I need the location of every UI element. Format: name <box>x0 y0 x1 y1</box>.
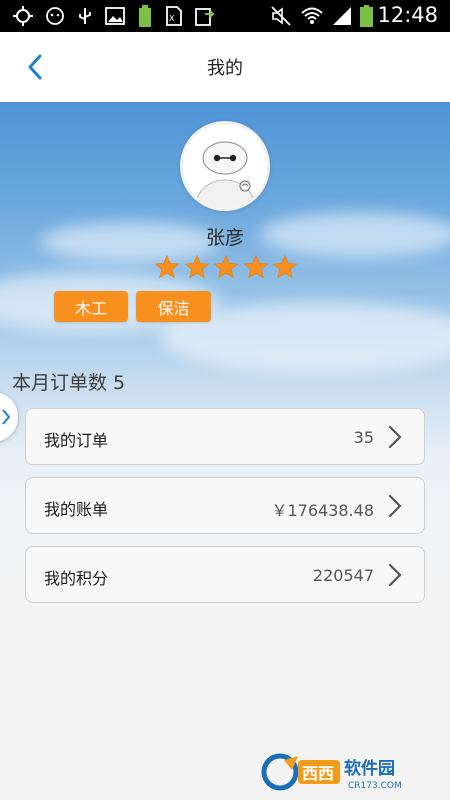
skill-tag: 保洁 <box>136 291 211 322</box>
page-title: 我的 <box>207 58 243 79</box>
battery-saver-icon <box>136 5 154 27</box>
star-icon <box>184 254 209 279</box>
sim-icon: X <box>164 6 184 26</box>
svg-text:X: X <box>169 14 175 23</box>
watermark-logo: 西西 软件园 CR173.COM <box>258 752 438 792</box>
gps-icon <box>12 6 34 26</box>
star-icon <box>243 254 268 279</box>
svg-text:软件园: 软件园 <box>344 758 395 779</box>
chevron-right-icon <box>2 409 10 425</box>
wifi-icon <box>300 6 324 26</box>
svg-text:西西: 西西 <box>302 764 334 783</box>
row-label: 我的积分 <box>44 569 109 588</box>
notification-icon <box>44 6 66 26</box>
row-value: ￥176438.48 <box>271 501 374 520</box>
row-value: 220547 <box>312 566 374 585</box>
usb-icon <box>76 6 94 26</box>
skill-tag: 木工 <box>54 291 128 322</box>
signal-icon <box>330 6 354 26</box>
image-icon <box>104 6 126 26</box>
row-value: 35 <box>353 428 374 447</box>
row-label: 我的账单 <box>44 500 109 519</box>
star-icon <box>154 254 180 279</box>
battery-icon <box>358 5 374 27</box>
row-my-points[interactable]: 我的积分 220547 <box>25 546 425 603</box>
star-icon <box>272 254 298 279</box>
rating-stars <box>154 254 298 284</box>
status-time: 12:48 <box>377 3 438 27</box>
status-bar: X 12:48 <box>0 0 450 32</box>
chevron-right-icon <box>388 425 402 449</box>
row-label: 我的订单 <box>44 431 109 450</box>
chevron-right-icon <box>388 494 402 518</box>
mute-icon <box>270 6 292 26</box>
user-name: 张彦 <box>205 227 244 249</box>
baymax-avatar-icon <box>183 124 267 208</box>
row-my-bills[interactable]: 我的账单 ￥176438.48 <box>25 477 425 534</box>
chevron-right-icon <box>388 563 402 587</box>
avatar[interactable] <box>180 121 270 211</box>
row-my-orders[interactable]: 我的订单 35 <box>25 408 425 465</box>
nav-bar: 我的 <box>0 32 450 102</box>
star-icon <box>213 254 239 279</box>
update-icon <box>194 6 216 26</box>
month-orders-count: 本月订单数 5 <box>12 372 126 394</box>
svg-text:CR173.COM: CR173.COM <box>348 781 402 791</box>
